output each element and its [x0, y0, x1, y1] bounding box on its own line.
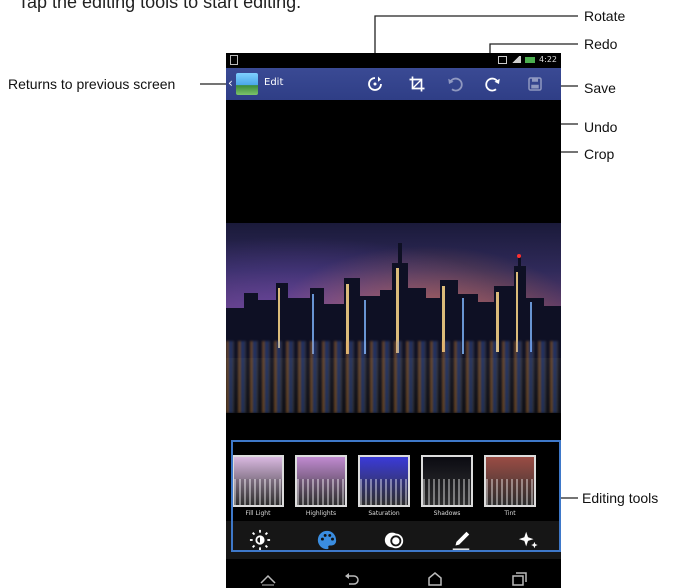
home-icon — [428, 572, 443, 586]
filter-thumbnail[interactable]: Highlights — [295, 455, 347, 517]
home-nav-button[interactable] — [426, 571, 444, 586]
undo-button[interactable] — [446, 75, 464, 93]
palette-icon — [317, 530, 336, 550]
filter-label: Tint — [504, 510, 516, 517]
page-title: Edit — [264, 77, 284, 88]
crop-icon — [409, 76, 425, 92]
status-time: 4:22 — [539, 55, 557, 64]
redo-icon — [485, 77, 500, 92]
filter-label: Fill Light — [245, 510, 271, 517]
filter-thumbnail[interactable]: Saturation — [358, 455, 410, 517]
notification-icon — [230, 55, 238, 65]
brightness-tool-button[interactable] — [247, 527, 273, 553]
back-arrow-icon — [344, 573, 359, 585]
save-button[interactable] — [526, 75, 544, 93]
filter-strip: Fill Light Highlights Saturation Shadows Tin… — [232, 455, 536, 517]
recent-apps-icon — [512, 572, 527, 586]
filter-thumbnail[interactable]: Fill Light — [232, 455, 284, 517]
tool-row — [226, 521, 561, 559]
filter-label: Highlights — [305, 510, 337, 517]
filter-preview — [295, 455, 347, 507]
rotate-button[interactable] — [366, 75, 384, 93]
system-nav-bar — [226, 568, 561, 588]
back-chevron-icon[interactable]: ‹ — [228, 76, 233, 90]
chevron-up-icon — [260, 574, 276, 586]
action-bar: ‹ Edit — [226, 68, 561, 100]
sparkle-icon — [518, 531, 538, 549]
effects-tool-button[interactable] — [515, 527, 541, 553]
crop-button[interactable] — [408, 75, 426, 93]
pen-icon — [452, 531, 469, 550]
gallery-app-icon[interactable] — [236, 73, 258, 95]
circles-icon — [384, 532, 403, 549]
filter-thumbnail[interactable]: Shadows — [421, 455, 473, 517]
vignette-tool-button[interactable] — [381, 527, 407, 553]
filter-label: Saturation — [368, 510, 400, 517]
status-bar: 4:22 — [226, 53, 561, 68]
photo-preview[interactable] — [226, 223, 561, 413]
brightness-icon — [249, 529, 270, 551]
filter-preview — [232, 455, 284, 507]
back-nav-button[interactable] — [343, 571, 361, 585]
signal-icon — [511, 56, 522, 63]
phone-screen: 4:22 ‹ Edit Fill Light Highlights Satura… — [226, 53, 561, 588]
filter-label: Shadows — [433, 510, 461, 517]
color-tool-button[interactable] — [314, 527, 340, 553]
editing-tools-panel: Fill Light Highlights Saturation Shadows Tin… — [226, 441, 561, 568]
battery-icon — [525, 56, 536, 63]
draw-tool-button[interactable] — [448, 527, 474, 553]
undo-icon — [448, 77, 463, 92]
filter-preview — [421, 455, 473, 507]
sd-icon — [498, 55, 508, 64]
redo-button[interactable] — [484, 75, 502, 93]
filter-thumbnail[interactable]: Tint — [484, 455, 536, 517]
hide-nav-button[interactable] — [259, 571, 277, 586]
recents-nav-button[interactable] — [510, 571, 528, 586]
save-icon — [528, 77, 542, 91]
filter-preview — [484, 455, 536, 507]
filter-preview — [358, 455, 410, 507]
rotate-icon — [368, 76, 382, 91]
